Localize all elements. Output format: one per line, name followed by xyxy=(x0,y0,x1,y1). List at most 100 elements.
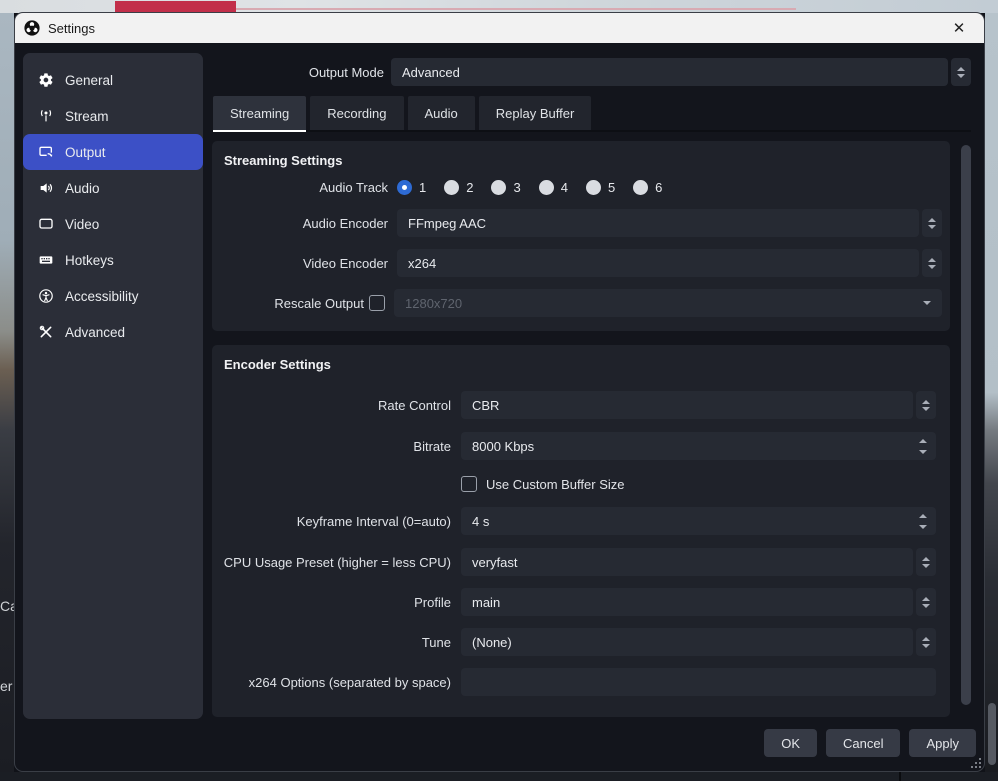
rate-control-label: Rate Control xyxy=(212,398,451,413)
streaming-settings-panel: Streaming Settings Audio Track 1 2 3 4 5… xyxy=(212,141,950,331)
output-mode-row: Output Mode Advanced xyxy=(213,58,971,86)
rate-control-row: Rate Control CBR xyxy=(212,391,950,419)
rescale-output-label: Rescale Output xyxy=(212,296,364,311)
sidebar-item-label: Advanced xyxy=(65,325,125,340)
rescale-output-checkbox[interactable] xyxy=(369,295,385,311)
profile-label: Profile xyxy=(212,595,451,610)
tune-row: Tune (None) xyxy=(212,628,950,656)
apply-button[interactable]: Apply xyxy=(909,729,976,757)
cpu-preset-row: CPU Usage Preset (higher = less CPU) ver… xyxy=(212,548,950,576)
close-button[interactable]: ✕ xyxy=(940,13,978,43)
gear-icon xyxy=(38,72,54,88)
output-mode-select[interactable]: Advanced xyxy=(391,58,971,86)
video-encoder-select[interactable]: x264 xyxy=(397,249,942,277)
titlebar[interactable]: Settings xyxy=(15,13,984,43)
background-red-line xyxy=(236,8,796,10)
spinner-icon[interactable] xyxy=(919,432,927,460)
background-right-strip xyxy=(985,13,998,772)
radio-track-6[interactable]: 6 xyxy=(633,180,662,195)
background-text-fragment: er xyxy=(0,678,12,694)
sidebar-item-hotkeys[interactable]: Hotkeys xyxy=(23,242,203,278)
scrollbar-thumb[interactable] xyxy=(961,145,971,705)
keyframe-interval-label: Keyframe Interval (0=auto) xyxy=(212,514,451,529)
sidebar-item-label: Stream xyxy=(65,109,109,124)
spinner-icon[interactable] xyxy=(916,548,936,576)
audio-encoder-select[interactable]: FFmpeg AAC xyxy=(397,209,942,237)
sidebar-item-advanced[interactable]: Advanced xyxy=(23,314,203,350)
sidebar-item-accessibility[interactable]: Accessibility xyxy=(23,278,203,314)
output-tabs: Streaming Recording Audio Replay Buffer xyxy=(213,96,971,132)
tab-recording[interactable]: Recording xyxy=(310,96,403,130)
chevron-down-icon xyxy=(923,301,931,305)
spinner-icon[interactable] xyxy=(951,58,971,86)
spinner-icon[interactable] xyxy=(919,507,927,535)
radio-icon xyxy=(633,180,648,195)
tools-icon xyxy=(38,324,54,340)
sidebar-item-label: Hotkeys xyxy=(65,253,114,268)
spinner-icon[interactable] xyxy=(916,588,936,616)
radio-icon xyxy=(491,180,506,195)
radio-track-1[interactable]: 1 xyxy=(397,180,426,195)
sidebar-item-video[interactable]: Video xyxy=(23,206,203,242)
audio-encoder-label: Audio Encoder xyxy=(212,216,388,231)
video-encoder-label: Video Encoder xyxy=(212,256,388,271)
sidebar-item-output[interactable]: Output xyxy=(23,134,203,170)
obs-logo-icon xyxy=(24,20,40,36)
sidebar-item-general[interactable]: General xyxy=(23,62,203,98)
tune-select[interactable]: (None) xyxy=(461,628,936,656)
settings-dialog: Settings ✕ General Stream Output Audio V… xyxy=(14,12,985,772)
accessibility-icon xyxy=(38,288,54,304)
output-mode-label: Output Mode xyxy=(213,65,384,80)
custom-buffer-row: Use Custom Buffer Size xyxy=(212,474,950,494)
x264-options-row: x264 Options (separated by space) xyxy=(212,668,950,696)
speaker-icon xyxy=(38,180,54,196)
audio-track-radios: 1 2 3 4 5 6 xyxy=(397,180,662,195)
spinner-icon[interactable] xyxy=(916,391,936,419)
radio-track-2[interactable]: 2 xyxy=(444,180,473,195)
background-divider xyxy=(899,772,901,781)
close-icon: ✕ xyxy=(953,19,966,37)
profile-select[interactable]: main xyxy=(461,588,936,616)
radio-track-4[interactable]: 4 xyxy=(539,180,568,195)
x264-options-input[interactable] xyxy=(461,668,936,696)
ok-button[interactable]: OK xyxy=(764,729,817,757)
sidebar-item-stream[interactable]: Stream xyxy=(23,98,203,134)
keyboard-icon xyxy=(38,252,54,268)
display-icon xyxy=(38,216,54,232)
spinner-icon[interactable] xyxy=(916,628,936,656)
encoder-settings-panel: Encoder Settings Rate Control CBR Bitrat… xyxy=(212,345,950,717)
section-title: Streaming Settings xyxy=(212,141,950,168)
radio-icon xyxy=(397,180,412,195)
spinner-icon[interactable] xyxy=(922,209,942,237)
use-custom-buffer-checkbox[interactable]: Use Custom Buffer Size xyxy=(461,476,624,492)
radio-track-5[interactable]: 5 xyxy=(586,180,615,195)
tab-replay-buffer[interactable]: Replay Buffer xyxy=(479,96,592,130)
cpu-preset-select[interactable]: veryfast xyxy=(461,548,936,576)
spinner-icon[interactable] xyxy=(922,249,942,277)
sidebar-item-audio[interactable]: Audio xyxy=(23,170,203,206)
keyframe-interval-spinbox[interactable]: 4 s xyxy=(461,507,936,535)
radio-track-3[interactable]: 3 xyxy=(491,180,520,195)
bitrate-row: Bitrate 8000 Kbps xyxy=(212,432,950,460)
sidebar-item-label: Video xyxy=(65,217,99,232)
rate-control-select[interactable]: CBR xyxy=(461,391,936,419)
cancel-button[interactable]: Cancel xyxy=(826,729,900,757)
tab-streaming[interactable]: Streaming xyxy=(213,96,306,132)
background-red-bar xyxy=(115,1,236,12)
cpu-preset-label: CPU Usage Preset (higher = less CPU) xyxy=(212,555,451,570)
checkbox-icon xyxy=(461,476,477,492)
broadcast-icon xyxy=(38,108,54,124)
bitrate-label: Bitrate xyxy=(212,439,451,454)
bitrate-spinbox[interactable]: 8000 Kbps xyxy=(461,432,936,460)
x264-options-label: x264 Options (separated by space) xyxy=(212,675,451,690)
resize-grip[interactable] xyxy=(971,758,981,768)
tab-audio[interactable]: Audio xyxy=(408,96,475,130)
radio-icon xyxy=(586,180,601,195)
content-scrollbar[interactable] xyxy=(959,141,973,717)
background-left-strip: Ca er xyxy=(0,13,14,772)
sidebar-item-label: Accessibility xyxy=(65,289,139,304)
video-encoder-row: Video Encoder x264 xyxy=(212,249,950,277)
rescale-resolution-combobox[interactable]: 1280x720 xyxy=(394,289,942,317)
rescale-output-row: Rescale Output 1280x720 xyxy=(212,289,950,317)
dialog-footer: OK Cancel Apply xyxy=(764,729,976,757)
